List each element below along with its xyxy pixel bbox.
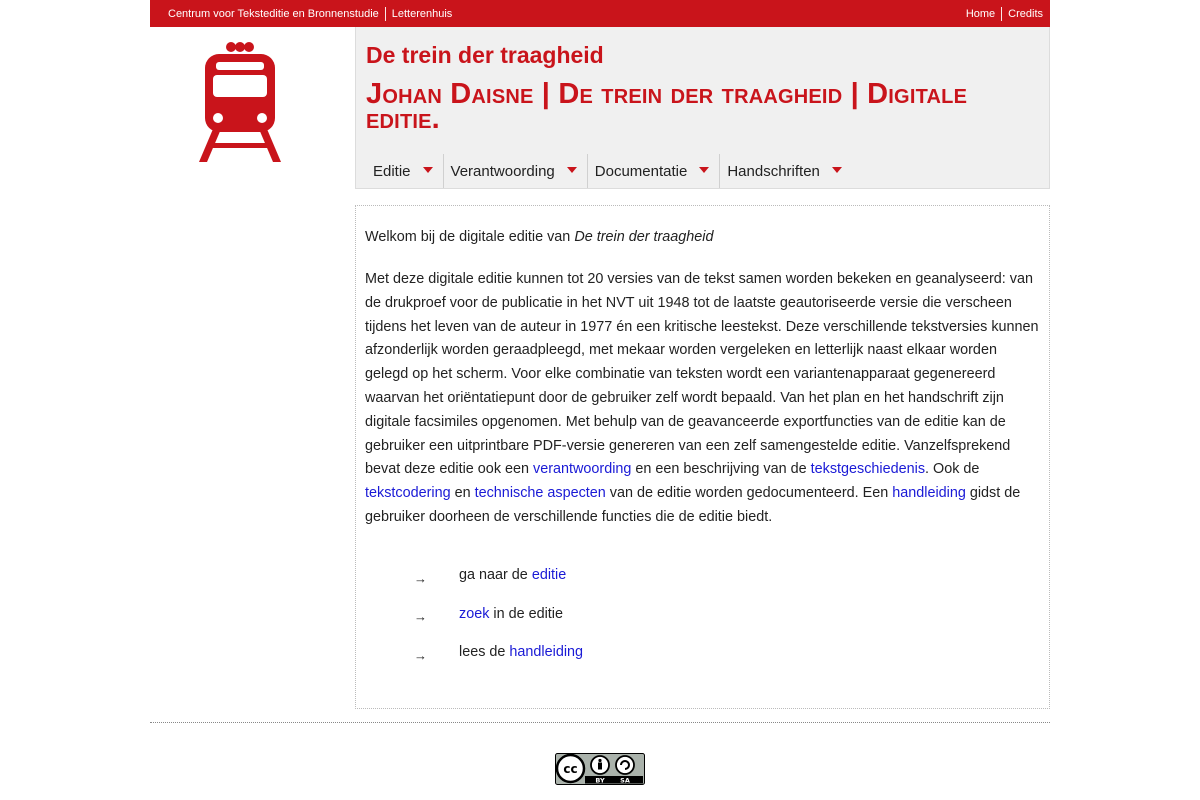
badge-sa-text: SA — [620, 777, 630, 785]
nav-text: ga naar de editie — [459, 567, 566, 583]
link-editie[interactable]: editie — [532, 567, 566, 583]
arrow-right-icon: → — [414, 609, 427, 625]
caret-down-icon — [699, 167, 710, 173]
intro-text: en een beschrijving van de — [631, 461, 811, 478]
intro-text: en — [450, 485, 475, 502]
link-tekstgeschiedenis[interactable]: tekstgeschiedenis — [811, 461, 925, 477]
menu-label: Documentatie — [594, 162, 688, 180]
menu-item-handschriften[interactable]: Handschriften — [720, 154, 852, 188]
menu-label: Handschriften — [727, 162, 820, 180]
arrow-right-icon: → — [414, 570, 427, 586]
arrow-right-icon: → — [414, 647, 427, 663]
train-icon[interactable] — [199, 41, 281, 163]
menu-item-documentatie[interactable]: Documentatie — [588, 154, 721, 188]
page-header: De trein der traagheid Johan Daisne | De… — [355, 27, 1050, 189]
menu-item-verantwoording[interactable]: Verantwoording — [444, 154, 588, 188]
caret-down-icon — [422, 167, 433, 173]
link-zoek[interactable]: zoek — [459, 606, 489, 622]
edition-title: Johan Daisne | De trein der traagheid | … — [366, 78, 968, 135]
list-item: → zoek in de editie — [414, 595, 583, 634]
main-menu: Editie Verantwoording Documentatie Hands… — [356, 154, 852, 188]
link-tekstcodering[interactable]: tekstcodering — [365, 485, 451, 501]
link-ctb[interactable]: Centrum voor Teksteditie en Bronnenstudi… — [168, 8, 379, 20]
link-verantwoording[interactable]: verantwoording — [533, 461, 631, 477]
menu-label: Editie — [373, 162, 411, 180]
link-handleiding[interactable]: handleiding — [892, 485, 966, 501]
welcome-text: Welkom bij de digitale editie van De tre… — [365, 226, 714, 250]
caret-down-icon — [566, 167, 577, 173]
intro-text: . Ook de — [925, 461, 980, 478]
top-bar: Centrum voor Teksteditie en Bronnenstudi… — [150, 0, 1050, 27]
top-bar-left: Centrum voor Teksteditie en Bronnenstudi… — [168, 7, 452, 21]
intro-paragraph: Met deze digitale editie kunnen tot 20 v… — [365, 268, 1043, 530]
nav-text-before: ga naar de — [459, 567, 532, 584]
link-technische-aspecten[interactable]: technische aspecten — [475, 485, 606, 501]
intro-text: van de editie worden gedocumenteerd. Een — [605, 485, 893, 502]
site-title[interactable]: De trein der traagheid — [366, 42, 604, 69]
caret-down-icon — [831, 167, 842, 173]
top-bar-right: Home Credits — [966, 7, 1043, 21]
nav-text-after: in de editie — [489, 605, 564, 622]
separator — [1001, 7, 1003, 21]
link-letterenhuis[interactable]: Letterenhuis — [392, 8, 453, 20]
separator — [384, 7, 386, 21]
nav-text: zoek in de editie — [459, 606, 563, 622]
menu-label: Verantwoording — [450, 162, 555, 180]
menu-item-editie[interactable]: Editie — [356, 154, 444, 188]
nav-text-before: lees de — [459, 644, 510, 661]
footer-divider — [150, 722, 1050, 723]
link-handleiding-nav[interactable]: handleiding — [509, 644, 583, 660]
main-content: Welkom bij de digitale editie van De tre… — [355, 205, 1050, 709]
cc-by-sa-badge[interactable]: cc BY SA — [555, 753, 645, 785]
welcome-prefix: Welkom bij de digitale editie van — [365, 229, 575, 245]
badge-by-text: BY — [595, 777, 605, 785]
svg-text:cc: cc — [563, 762, 577, 776]
nav-text: lees de handleiding — [459, 644, 583, 660]
welcome-title: De trein der traagheid — [574, 229, 714, 245]
list-item: → lees de handleiding — [414, 633, 583, 672]
link-home[interactable]: Home — [966, 8, 995, 20]
link-credits[interactable]: Credits — [1008, 8, 1043, 20]
quick-nav-list: → ga naar de editie → zoek in de editie … — [414, 556, 583, 672]
list-item: → ga naar de editie — [414, 556, 583, 595]
intro-text: Met deze digitale editie kunnen tot 20 v… — [365, 271, 1039, 478]
